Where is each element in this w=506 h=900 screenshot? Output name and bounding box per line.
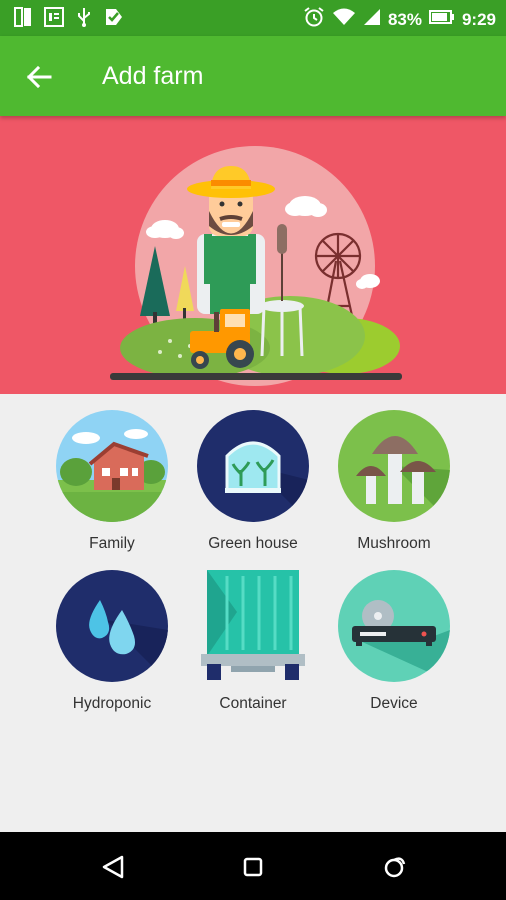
farm-type-device[interactable]: Device — [324, 570, 464, 713]
wifi-icon — [332, 7, 356, 32]
family-house-icon — [56, 410, 168, 522]
farm-type-green-house[interactable]: Green house — [183, 410, 323, 553]
farm-type-label: Device — [370, 695, 418, 712]
farm-type-label: Family — [89, 535, 135, 552]
greenhouse-icon — [197, 410, 309, 522]
page-title: Add farm — [102, 62, 204, 90]
farmer-illustration — [110, 146, 402, 386]
app-bar: Add farm — [0, 36, 506, 116]
home-square-icon — [243, 857, 263, 877]
system-icons: 83% 9:29 — [303, 6, 496, 33]
notification-icons — [14, 7, 124, 32]
status-bar: 83% 9:29 — [0, 0, 506, 36]
farm-type-label: Green house — [208, 535, 298, 552]
alarm-icon — [303, 6, 325, 33]
hero-banner — [0, 116, 506, 394]
farm-type-label: Container — [219, 695, 287, 712]
notification-news-icon — [44, 7, 64, 32]
back-button[interactable] — [22, 60, 56, 94]
signal-icon — [363, 8, 381, 31]
device-icon — [338, 570, 450, 682]
usb-icon — [76, 7, 92, 32]
water-drops-icon — [56, 570, 168, 682]
arrow-left-icon — [26, 65, 52, 89]
navigation-bar — [0, 832, 506, 900]
nav-recents-button[interactable] — [380, 852, 410, 882]
notification-app-icon — [14, 7, 32, 32]
container-truck-icon — [201, 570, 305, 680]
farm-type-family[interactable]: Family — [42, 410, 182, 553]
farm-type-label: Hydroponic — [72, 695, 152, 712]
recents-icon — [384, 857, 406, 878]
farm-type-mushroom[interactable]: Mushroom — [324, 410, 464, 553]
farm-type-container[interactable]: Container — [183, 570, 323, 713]
farm-type-hydroponic[interactable]: Hydroponic — [42, 570, 182, 713]
mushroom-icon — [338, 410, 450, 522]
nav-home-button[interactable] — [238, 852, 268, 882]
back-triangle-icon — [102, 855, 124, 879]
clock: 9:29 — [461, 9, 496, 29]
notification-check-icon — [104, 7, 124, 32]
battery-icon — [428, 9, 455, 30]
farm-type-label: Mushroom — [357, 535, 431, 552]
battery-percent: 83% — [387, 9, 422, 29]
nav-back-button[interactable] — [98, 852, 128, 882]
